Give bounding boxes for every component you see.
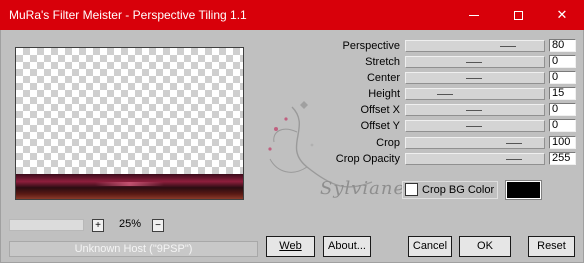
maximize-icon — [513, 10, 523, 20]
value-height[interactable]: 15 — [549, 87, 576, 100]
value-offset-y[interactable]: 0 — [549, 119, 576, 132]
cancel-button-label: Cancel — [412, 240, 448, 252]
web-button[interactable]: Web — [266, 236, 315, 257]
slider-perspective[interactable] — [405, 40, 545, 52]
about-button-label: About... — [328, 240, 366, 252]
preview-canvas[interactable] — [15, 47, 244, 200]
value-offset-x[interactable]: 0 — [549, 103, 576, 116]
slider-thumb[interactable] — [437, 94, 453, 95]
slider-crop-opacity[interactable] — [405, 153, 545, 165]
close-button[interactable]: ✕ — [540, 0, 584, 30]
slider-thumb[interactable] — [466, 78, 482, 79]
label-center: Center — [366, 72, 400, 84]
slider-thumb[interactable] — [466, 62, 482, 63]
watermark-signature: Sylviane — [320, 178, 406, 199]
slider-stretch[interactable] — [405, 56, 545, 68]
about-button[interactable]: About... — [323, 236, 371, 257]
value-crop-opacity[interactable]: 255 — [549, 152, 576, 165]
label-crop-opacity: Crop Opacity — [335, 153, 400, 165]
zoom-field — [9, 219, 84, 231]
label-crop: Crop — [376, 137, 400, 149]
slider-thumb[interactable] — [466, 110, 482, 111]
ok-button[interactable]: OK — [459, 236, 511, 257]
value-crop[interactable]: 100 — [549, 136, 576, 149]
label-offset-y: Offset Y — [360, 120, 400, 132]
value-perspective[interactable]: 80 — [549, 39, 576, 52]
reset-button[interactable]: Reset — [528, 236, 575, 257]
maximize-button[interactable] — [496, 0, 540, 30]
zoom-in-button[interactable]: + — [92, 219, 104, 232]
slider-thumb[interactable] — [506, 143, 522, 144]
host-status: Unknown Host ("9PSP") — [9, 241, 258, 257]
window-title: MuRa's Filter Meister - Perspective Tili… — [9, 8, 247, 22]
crop-bg-checkbox[interactable] — [405, 183, 418, 196]
ok-button-label: OK — [477, 240, 493, 252]
slider-thumb[interactable] — [506, 159, 522, 160]
minimize-icon — [469, 14, 479, 16]
close-icon: ✕ — [556, 7, 568, 22]
slider-crop[interactable] — [405, 137, 545, 149]
slider-thumb[interactable] — [466, 126, 482, 127]
slider-offset-y[interactable] — [405, 120, 545, 132]
label-stretch: Stretch — [365, 56, 400, 68]
label-height: Height — [368, 88, 400, 100]
slider-offset-x[interactable] — [405, 104, 545, 116]
slider-center[interactable] — [405, 72, 545, 84]
value-stretch[interactable]: 0 — [549, 55, 576, 68]
label-offset-x: Offset X — [360, 104, 400, 116]
cancel-button[interactable]: Cancel — [408, 236, 452, 257]
slider-thumb[interactable] — [500, 46, 516, 47]
web-button-label: Web — [279, 240, 302, 252]
zoom-level: 25% — [118, 218, 142, 230]
title-bar[interactable]: MuRa's Filter Meister - Perspective Tili… — [0, 0, 584, 30]
minimize-button[interactable] — [452, 0, 496, 30]
value-center[interactable]: 0 — [549, 71, 576, 84]
reset-button-label: Reset — [537, 240, 566, 252]
slider-height[interactable] — [405, 88, 545, 100]
preview-floor-image — [16, 174, 243, 199]
crop-bg-label[interactable]: Crop BG Color — [422, 184, 494, 196]
crop-bg-color-swatch[interactable] — [505, 180, 542, 200]
zoom-out-button[interactable]: − — [152, 219, 164, 232]
label-perspective: Perspective — [342, 40, 400, 52]
